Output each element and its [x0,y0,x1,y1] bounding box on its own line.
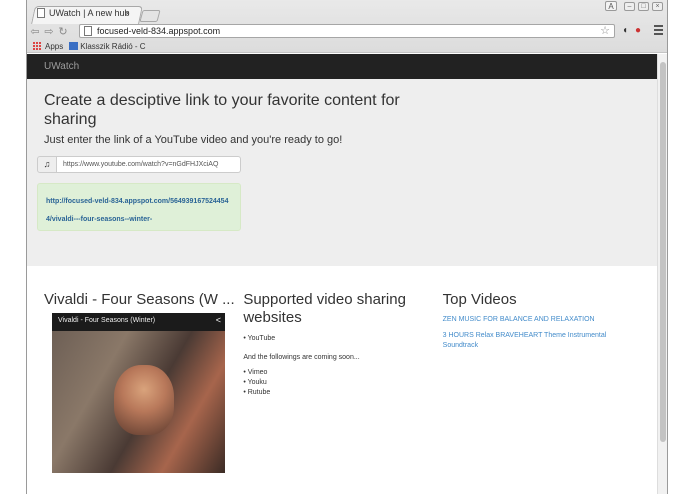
close-window-icon[interactable]: × [652,2,663,11]
jumbotron: Create a desciptive link to your favorit… [27,79,659,266]
result-alert: http://focused-veld-834.appspot.com/5649… [37,183,241,231]
result-link[interactable]: http://focused-veld-834.appspot.com/5649… [46,198,228,223]
top-videos-column: Top Videos ZEN MUSIC FOR BALANCE AND REL… [443,291,642,473]
list-item: Youku [243,379,442,386]
top-videos-heading: Top Videos [442,291,517,308]
supported-list: YouTube [243,335,442,342]
forward-icon[interactable]: ⇨ [43,25,55,38]
music-icon: ♫ [37,156,57,173]
youtube-link-input[interactable]: https://www.youtube.com/watch?v=nGdFHJXc… [57,156,241,173]
scroll-thumb[interactable] [660,62,666,442]
page-subtitle: Just enter the link of a YouTube video a… [44,134,343,146]
profile-button[interactable]: A [605,1,617,11]
page-viewport: UWatch Create a desciptive link to your … [27,54,659,494]
tab-close-icon[interactable]: × [125,9,130,18]
browser-window: UWatch | A new hub × A – □ × ⇦ ⇨ ↻ focus… [26,0,668,494]
apps-icon [33,42,41,50]
menu-icon[interactable] [654,25,663,37]
page-icon [84,26,92,36]
tab-content: UWatch | A new hub [37,8,130,18]
url-text[interactable]: focused-veld-834.appspot.com [97,26,220,36]
browser-chrome: UWatch | A new hub × A – □ × ⇦ ⇨ ↻ focus… [27,0,667,53]
site-brand[interactable]: UWatch [44,61,79,72]
bookmark-star-icon[interactable]: ☆ [600,25,610,37]
tab-title[interactable]: UWatch | A new hub [49,8,130,18]
video-title[interactable]: Vivaldi - Four Seasons (Winter) [58,317,155,324]
video-column: Vivaldi - Four Seasons (W ... Vivaldi - … [44,291,243,473]
page-icon [37,8,45,18]
top-video-link[interactable]: ZEN MUSIC FOR BALANCE AND RELAXATION [443,315,642,325]
video-thumbnail [52,331,225,473]
link-input-group: ♫ https://www.youtube.com/watch?v=nGdFHJ… [37,156,642,173]
list-item: Rutube [243,389,442,396]
notification-icon[interactable]: ● [635,25,641,36]
bookmarks-bar: Apps Klasszik Rádió - C [33,40,146,52]
bookmark-label: Apps [45,41,64,51]
browser-toolbar: ⇦ ⇨ ↻ focused-veld-834.appspot.com ☆ [27,24,667,39]
video-player[interactable]: Vivaldi - Four Seasons (Winter) < [52,313,225,473]
list-item: YouTube [243,335,442,342]
supported-column: Supported video sharing websites YouTube… [243,291,442,473]
content-row: Vivaldi - Four Seasons (W ... Vivaldi - … [27,266,659,473]
coming-list: Vimeo Youku Rutube [243,369,442,396]
coming-soon-label: And the followings are coming soon... [243,354,360,361]
minimize-icon[interactable]: – [624,2,635,11]
video-heading: Vivaldi - Four Seasons (W ... [44,291,235,308]
scrollbar[interactable] [657,54,667,494]
radio-icon [69,42,79,50]
maximize-icon[interactable]: □ [638,2,649,11]
address-bar[interactable]: focused-veld-834.appspot.com ☆ [79,24,615,38]
list-item: Vimeo [243,369,442,376]
new-tab-button[interactable] [139,10,161,22]
back-icon[interactable]: ⇦ [29,25,41,38]
thumbnail-figure [114,365,174,435]
bookmark-radio[interactable]: Klasszik Rádió - C [69,41,146,51]
bookmark-apps[interactable]: Apps [33,42,63,51]
supported-heading: Supported video sharing websites [243,291,406,326]
extension-icon[interactable]: ◖ [622,25,628,36]
site-navbar: UWatch [27,54,659,79]
window-controls: – □ × [624,2,663,11]
share-icon[interactable]: < [216,315,221,325]
page-title: Create a desciptive link to your favorit… [44,92,400,128]
bookmark-label: Klasszik Rádió - C [80,41,146,51]
reload-icon[interactable]: ↻ [57,25,69,38]
top-video-link[interactable]: 3 HOURS Relax BRAVEHEART Theme Instrumen… [443,331,642,351]
